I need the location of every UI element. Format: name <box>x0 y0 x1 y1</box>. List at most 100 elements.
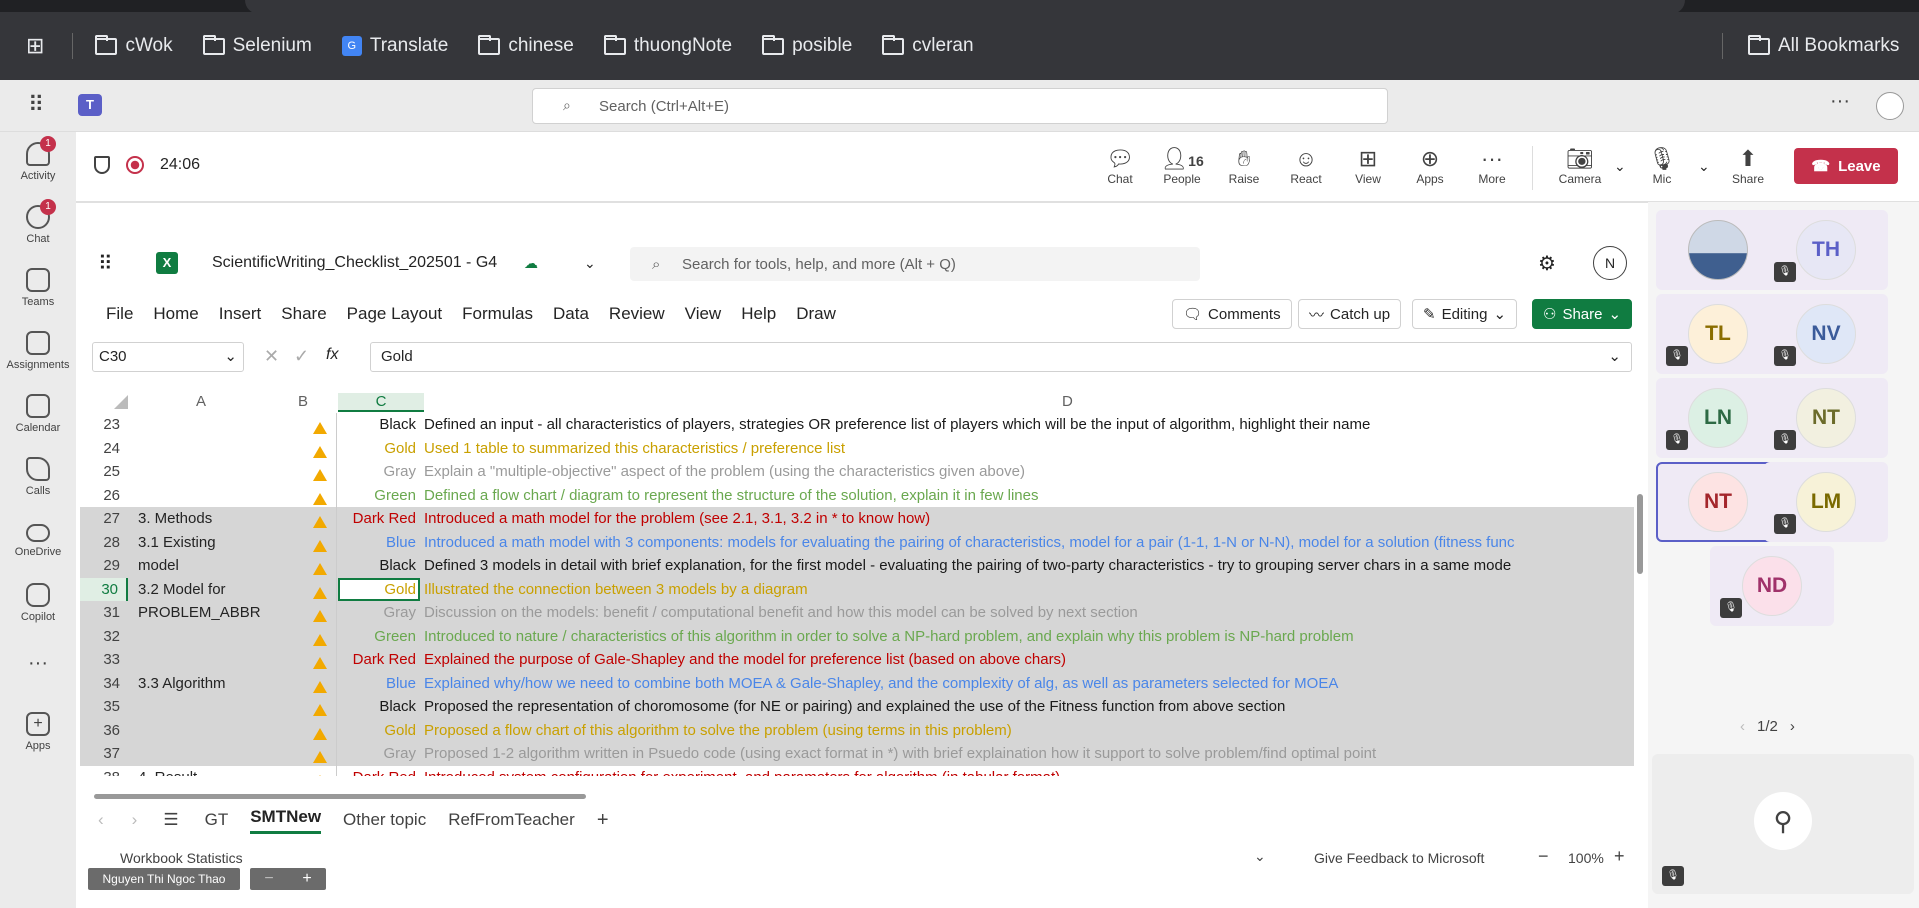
cell-a[interactable]: 3.1 Existing <box>136 530 300 554</box>
row-header[interactable]: 33 <box>80 648 128 672</box>
cell-d[interactable]: Introduced system configuration for expe… <box>424 766 1634 777</box>
rail-more-icon[interactable]: ··· <box>0 652 76 675</box>
confirm-formula-icon[interactable]: ✓ <box>294 346 309 367</box>
cell-d[interactable]: Proposed 1-2 algorithm written in Psuedo… <box>424 742 1634 766</box>
cell-d[interactable]: Explained the purpose of Gale-Shapley an… <box>424 648 1634 672</box>
camera-options-chevron-icon[interactable]: ⌄ <box>1614 158 1626 175</box>
zoom-out-icon[interactable]: − <box>1538 846 1549 867</box>
cell-a[interactable]: 3.2 Model for <box>136 577 300 601</box>
cell-b[interactable] <box>302 766 338 776</box>
row-header[interactable]: 36 <box>80 719 128 743</box>
row-header[interactable]: 38 <box>80 766 128 777</box>
camera-button[interactable]: 📷︎ Camera <box>1550 146 1610 186</box>
tab-review[interactable]: Review <box>609 304 665 324</box>
leave-button[interactable]: ☎ Leave <box>1794 148 1898 184</box>
rail-calls[interactable]: Calls <box>0 457 76 497</box>
cell-c[interactable]: Black <box>338 554 420 578</box>
tab-help[interactable]: Help <box>741 304 776 324</box>
tab-page-layout[interactable]: Page Layout <box>347 304 442 324</box>
cell-b[interactable] <box>302 460 338 484</box>
profile-avatar[interactable] <box>1876 92 1904 120</box>
pager-prev-icon[interactable]: ‹ <box>1740 718 1745 735</box>
pager-next-icon[interactable]: › <box>1790 718 1795 735</box>
react-button[interactable]: ☺ React <box>1276 146 1336 186</box>
cell-d[interactable]: Defined a flow chart / diagram to repres… <box>424 484 1634 508</box>
cell-d[interactable]: Discussion on the models: benefit / comp… <box>424 601 1634 625</box>
teams-search-input[interactable]: ⌕ Search (Ctrl+Alt+E) <box>532 88 1388 124</box>
cell-b[interactable] <box>302 625 338 649</box>
chevron-down-icon[interactable]: ⌄ <box>1254 848 1266 865</box>
bookmark-thuongnote[interactable]: thuongNote <box>603 34 732 57</box>
column-header-c[interactable]: C <box>338 393 424 412</box>
column-header-b[interactable]: B <box>298 393 308 410</box>
add-sheet-icon[interactable]: + <box>597 809 609 832</box>
cell-a[interactable]: 3.3 Algorithm <box>136 671 300 695</box>
cell-b[interactable] <box>302 742 338 766</box>
cell-a[interactable]: 3. Methods <box>136 507 300 531</box>
cell-d[interactable]: Defined 3 models in detail with brief ex… <box>424 554 1634 578</box>
more-button[interactable]: ··· More <box>1462 146 1522 186</box>
zoom-in-icon[interactable]: + <box>1614 846 1625 867</box>
formula-bar[interactable]: Gold ⌄ <box>370 342 1632 372</box>
cell-b[interactable] <box>302 601 338 625</box>
tab-home[interactable]: Home <box>153 304 198 324</box>
self-view-tile[interactable]: ⚲ 🎙︎ <box>1652 754 1914 894</box>
cell-b[interactable] <box>302 695 338 719</box>
prev-sheet-icon[interactable]: ‹ <box>98 810 104 830</box>
excel-share-button[interactable]: ⚇ Share ⌄ <box>1532 299 1633 329</box>
row-header[interactable]: 24 <box>80 437 128 461</box>
all-sheets-menu-icon[interactable]: ☰ <box>163 810 178 830</box>
tab-share[interactable]: Share <box>281 304 326 324</box>
cell-c[interactable]: Dark Red <box>338 648 420 672</box>
row-header[interactable]: 32 <box>80 625 128 649</box>
tab-data[interactable]: Data <box>553 304 589 324</box>
cell-b[interactable] <box>302 554 338 578</box>
rail-teams[interactable]: Teams <box>0 268 76 308</box>
cell-d[interactable]: Defined an input - all characteristics o… <box>424 413 1634 437</box>
cell-c[interactable]: Dark Red <box>338 507 420 531</box>
bookmark-chinese[interactable]: chinese <box>478 34 574 57</box>
cell-b[interactable] <box>302 531 338 555</box>
people-button[interactable]: 👤︎16 People <box>1152 146 1212 186</box>
vertical-scrollbar[interactable] <box>1634 384 1646 784</box>
bookmark-selenium[interactable]: Selenium <box>202 34 312 57</box>
column-header-d[interactable]: D <box>1062 393 1073 410</box>
participant-tile[interactable]: NT 🎙︎ <box>1764 378 1888 458</box>
cell-c[interactable]: Gray <box>338 460 420 484</box>
rail-copilot[interactable]: Copilot <box>0 583 76 623</box>
more-options-icon[interactable]: ··· <box>1830 90 1850 113</box>
row-header[interactable]: 29 <box>80 554 128 578</box>
cell-b[interactable] <box>302 507 338 531</box>
cell-c[interactable]: Blue <box>338 531 420 555</box>
cell-c[interactable]: Gold <box>338 437 420 461</box>
participant-tile[interactable] <box>1656 210 1780 290</box>
cell-d[interactable]: Used 1 table to summarized this characte… <box>424 437 1634 461</box>
cell-b[interactable] <box>302 413 338 437</box>
mic-button[interactable]: 🎙︎ Mic <box>1632 146 1692 186</box>
workbook-statistics[interactable]: Workbook Statistics <box>120 850 243 866</box>
row-header[interactable]: 23 <box>80 413 128 437</box>
tab-file[interactable]: File <box>106 304 133 324</box>
row-header[interactable]: 34 <box>80 672 128 696</box>
cell-b[interactable] <box>302 672 338 696</box>
sheet-tab-gt[interactable]: GT <box>205 810 229 830</box>
editing-mode-button[interactable]: ✎ Editing ⌄ <box>1412 299 1518 329</box>
comments-button[interactable]: 🗨︎ Comments <box>1172 299 1292 329</box>
cell-d[interactable]: Introduced a math model for the problem … <box>424 507 1634 531</box>
cancel-formula-icon[interactable]: ✕ <box>264 346 279 367</box>
cell-d[interactable]: Illustrated the connection between 3 mod… <box>424 578 1634 602</box>
column-header-a[interactable]: A <box>196 393 206 410</box>
cell-b[interactable] <box>302 437 338 461</box>
sheet-tab-other-topic[interactable]: Other topic <box>343 810 426 830</box>
row-header[interactable]: 30 <box>80 577 128 601</box>
cell-c[interactable]: Green <box>338 484 420 508</box>
cell-b[interactable] <box>302 719 338 743</box>
tab-insert[interactable]: Insert <box>219 304 262 324</box>
zoom-in-icon[interactable]: + <box>302 868 311 890</box>
cell-a[interactable]: 4. Result <box>136 766 300 777</box>
row-header[interactable]: 27 <box>80 507 128 531</box>
cell-d[interactable]: Proposed a flow chart of this algorithm … <box>424 719 1634 743</box>
cell-b[interactable] <box>302 578 338 602</box>
zoom-out-icon[interactable]: − <box>264 868 273 890</box>
row-header[interactable]: 35 <box>80 695 128 719</box>
